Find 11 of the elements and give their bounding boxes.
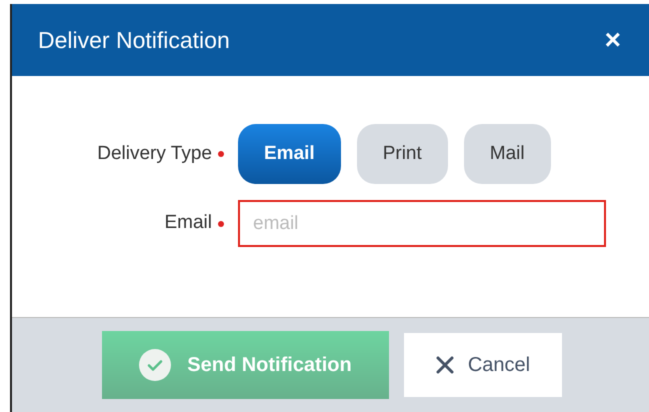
close-button[interactable]: × <box>604 26 621 54</box>
check-circle-icon <box>139 349 172 381</box>
close-x-icon <box>436 356 454 374</box>
delivery-type-option[interactable]: Mail <box>464 124 551 184</box>
field-label: Email <box>164 211 212 236</box>
delivery-type-option[interactable]: Email <box>238 124 341 184</box>
cancel-button[interactable]: Cancel <box>404 333 562 397</box>
field-label: Delivery Type <box>97 142 212 166</box>
dialog-title: Deliver Notification <box>38 26 230 55</box>
delivery-type-option[interactable]: Print <box>356 124 448 184</box>
email-field[interactable]: email <box>238 200 606 247</box>
